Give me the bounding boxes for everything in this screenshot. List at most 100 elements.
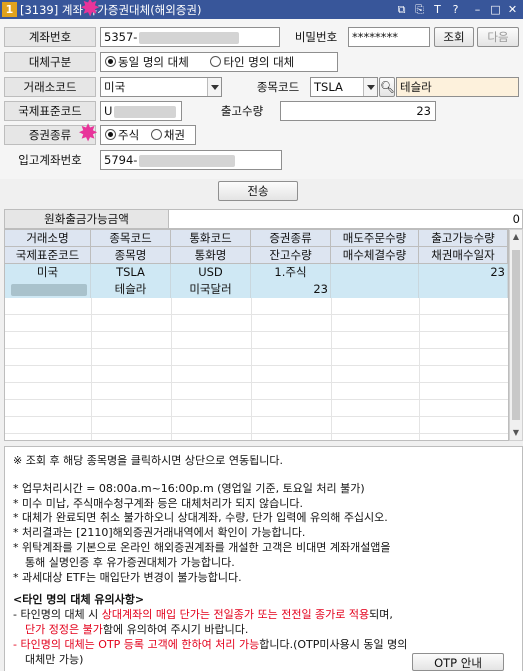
scroll-up-icon[interactable]: ▲: [510, 230, 522, 244]
notice-line: ※ 조회 후 해당 종목명을 클릭하시면 상단으로 연동됩니다.: [13, 454, 283, 467]
cell-sell-qty: [331, 264, 419, 281]
radio-stock[interactable]: 주식: [101, 128, 139, 142]
in-account-input[interactable]: 5794-: [100, 150, 282, 170]
exchange-select[interactable]: 미국: [100, 77, 222, 97]
out-qty-label: 출고수량: [220, 104, 264, 118]
krw-withdrawable-value: 0: [512, 212, 520, 226]
col-avail-qty[interactable]: 출고가능수량: [419, 230, 508, 247]
warning-line: 단가 정정은 불가함에 유의하여 주시기 바랍니다.: [25, 622, 248, 637]
send-button[interactable]: 전송: [218, 181, 298, 201]
warning-text: - 타인명의 대체 시: [13, 608, 102, 621]
maximize-icon[interactable]: □: [488, 2, 503, 17]
col-buy-qty[interactable]: 매수체결수량: [331, 247, 419, 264]
exchange-label: 거래소코드: [4, 77, 96, 97]
col-balance-qty[interactable]: 잔고수량: [251, 247, 331, 264]
col-bond-date[interactable]: 채권매수일자: [419, 247, 508, 264]
link-icon[interactable]: ⎘: [412, 2, 427, 17]
cell-name[interactable]: 테슬라: [91, 281, 171, 298]
col-security[interactable]: 증권종류: [251, 230, 331, 247]
table-row[interactable]: 미국 TSLA USD 1.주식 23 테슬라 미국달러 23: [5, 264, 508, 298]
chevron-down-icon[interactable]: [363, 78, 377, 96]
col-name[interactable]: 종목명: [91, 247, 171, 264]
otp-guide-button[interactable]: OTP 안내: [412, 653, 504, 671]
account-value: 5357-: [104, 30, 138, 44]
radio-checked-icon: [105, 56, 116, 67]
cell-balance-qty: 23: [251, 281, 331, 298]
notice-panel: ※ 조회 후 해당 종목명을 클릭하시면 상단으로 연동됩니다. * 업무처리시…: [4, 446, 523, 671]
col-sell-qty[interactable]: 매도주문수량: [331, 230, 419, 247]
next-button[interactable]: 다음: [477, 27, 519, 47]
help-icon[interactable]: ?: [448, 2, 463, 17]
empty-row: [5, 417, 508, 434]
warning-text: 합니다.(OTP미사용시 동일 명의: [259, 638, 408, 651]
grid-divider: [331, 298, 332, 440]
account-input[interactable]: 5357-: [100, 27, 280, 47]
masked-isin: [114, 105, 177, 118]
cell-exchange: 미국: [5, 264, 91, 281]
notice-line: * 위탁계좌를 기본으로 온라인 해외증권계좌를 개설한 고객은 비대면 계좌개…: [13, 541, 391, 554]
highlight-star-icon: ✸: [78, 119, 99, 147]
radio-other-owner[interactable]: 타인 명의 대체: [206, 55, 294, 69]
cell-code: TSLA: [91, 264, 171, 281]
copy-window-icon[interactable]: ⧉: [394, 2, 409, 17]
masked-account: [139, 31, 240, 44]
radio-stock-label: 주식: [118, 128, 140, 142]
scroll-thumb[interactable]: [512, 250, 520, 420]
krw-withdrawable-label: 원화출금가능금액: [5, 210, 169, 228]
radio-bond[interactable]: 채권: [147, 128, 185, 142]
account-label: 계좌번호: [4, 27, 96, 47]
chevron-down-icon[interactable]: [207, 78, 221, 96]
in-account-value: 5794-: [104, 153, 138, 167]
font-size-icon[interactable]: T: [430, 2, 445, 17]
notice-line: * 업무처리시간 = 08:00a.m~16:00p.m (영업일 기준, 토요…: [13, 482, 365, 495]
title-bar: 1 [3139] 계좌 유가증권대체(해외증권) ✸ ⧉ ⎘ T ? – □ ✕: [0, 0, 523, 22]
grid-header: 거래소명 종목코드 통화코드 증권종류 매도주문수량 출고가능수량 국제표준코드…: [5, 230, 508, 264]
cell-currency-name: 미국달러: [171, 281, 251, 298]
in-account-label: 입고계좌번호: [18, 153, 82, 167]
radio-unchecked-icon: [210, 56, 222, 67]
warning-text-red: 타인명의 대체는 OTP 등록 고객에 한하여 처리 가능: [20, 638, 260, 651]
grid-divider: [251, 298, 252, 440]
isin-value: U: [104, 104, 113, 118]
scroll-down-icon[interactable]: ▼: [510, 426, 522, 440]
col-isin[interactable]: 국제표준코드: [5, 247, 91, 264]
masked-in-account: [139, 154, 236, 167]
col-currency[interactable]: 통화코드: [171, 230, 251, 247]
empty-row: [5, 298, 508, 315]
grid-scrollbar[interactable]: ▲ ▼: [509, 229, 523, 441]
col-exchange[interactable]: 거래소명: [5, 230, 91, 247]
warning-text: 함에 유의하여 주시기 바랍니다.: [102, 623, 249, 636]
cell-bond-date: [419, 281, 508, 298]
radio-other-owner-label: 타인 명의 대체: [223, 55, 295, 69]
close-icon[interactable]: ✕: [505, 2, 520, 17]
empty-row: [5, 383, 508, 400]
notice-line: * 미수 미납, 주식매수청구계좌 등은 대체처리가 되지 않습니다.: [13, 497, 303, 510]
empty-row: [5, 400, 508, 417]
cell-isin: [5, 281, 91, 298]
stock-code-label: 종목코드: [256, 80, 300, 94]
grid-divider: [91, 298, 92, 440]
exchange-value: 미국: [104, 80, 126, 94]
radio-same-owner[interactable]: 동일 명의 대체: [101, 55, 189, 69]
search-icon[interactable]: 🔍︎: [379, 77, 395, 97]
highlight-star-icon: ✸: [80, 0, 101, 22]
query-button[interactable]: 조회: [434, 27, 474, 47]
isin-label: 국제표준코드: [4, 101, 96, 121]
stock-code-value: TSLA: [314, 80, 343, 94]
out-qty-input[interactable]: 23: [280, 101, 436, 121]
radio-bond-label: 채권: [163, 128, 185, 142]
radio-checked-icon: [105, 129, 116, 140]
empty-row: [5, 366, 508, 383]
stock-code-select[interactable]: TSLA: [310, 77, 378, 97]
minimize-icon[interactable]: –: [470, 2, 485, 17]
grid-divider: [419, 298, 420, 440]
col-currency-name[interactable]: 통화명: [171, 247, 251, 264]
transfer-form: 계좌번호 5357- 비밀번호 ******** 조회 다음 대체구분 동일 명…: [0, 19, 523, 179]
col-code[interactable]: 종목코드: [91, 230, 171, 247]
radio-same-owner-label: 동일 명의 대체: [118, 55, 189, 69]
warning-title: <타인 명의 대체 유의사항>: [13, 593, 145, 606]
password-input[interactable]: ********: [348, 27, 430, 47]
cell-avail-qty: 23: [419, 264, 508, 281]
cell-security: 1.주식: [251, 264, 331, 281]
isin-input[interactable]: U: [100, 101, 182, 121]
